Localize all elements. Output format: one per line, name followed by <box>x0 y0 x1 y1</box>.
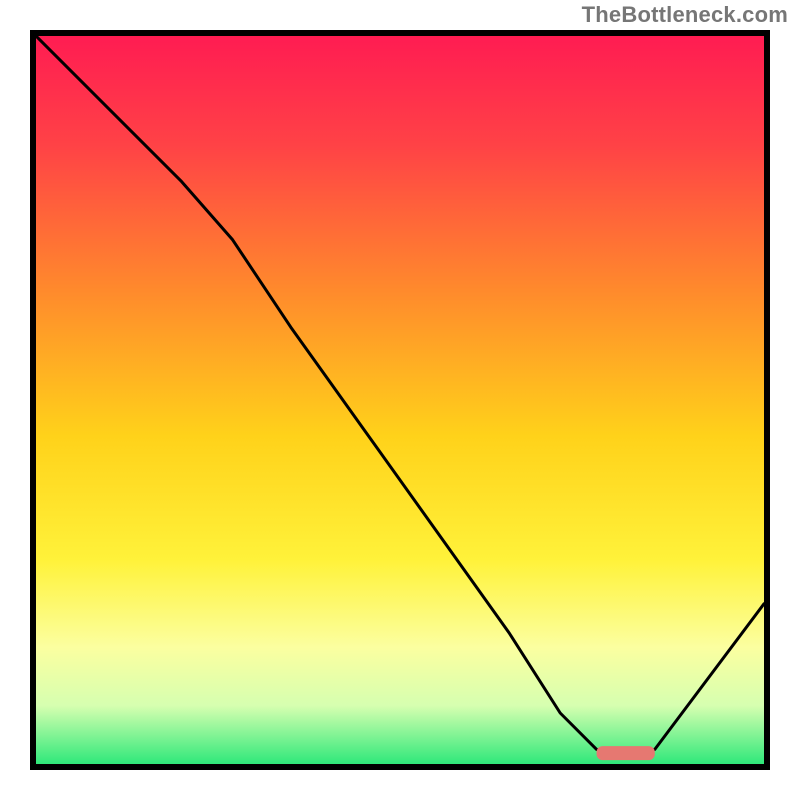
optimal-marker <box>597 746 655 760</box>
chart-container: TheBottleneck.com <box>0 0 800 800</box>
chart-svg <box>36 36 764 764</box>
watermark-text: TheBottleneck.com <box>582 2 788 28</box>
plot-area <box>30 30 770 770</box>
